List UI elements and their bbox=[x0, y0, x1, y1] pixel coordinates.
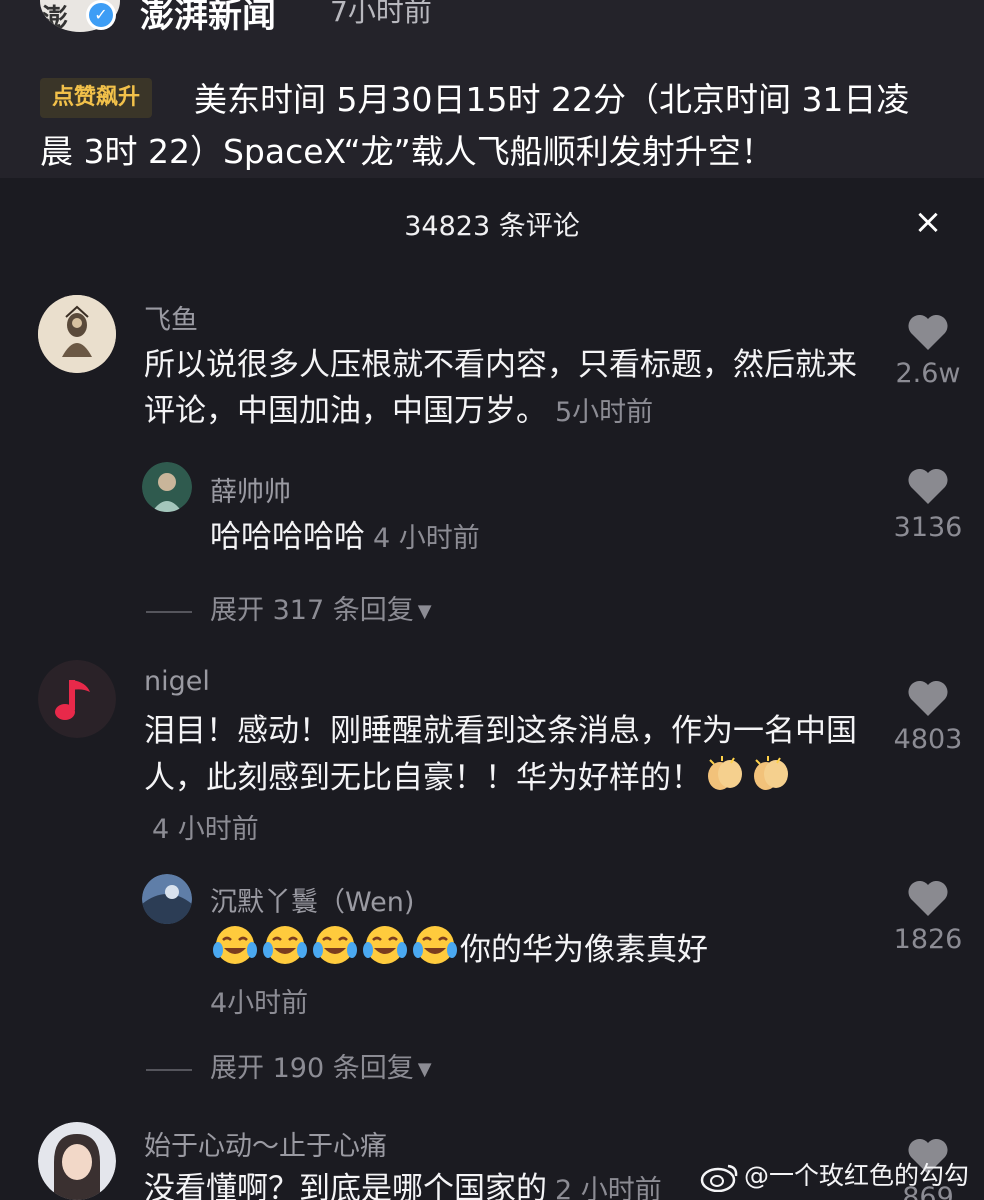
chevron-down-icon: ▼ bbox=[417, 601, 432, 622]
comments-count-title: 34823 条评论 bbox=[404, 211, 580, 242]
comment-text: 所以说很多人压根就不看内容，只看标题，然后就来评论，中国加油，中国万岁。 5小时前 bbox=[144, 342, 870, 436]
comment-author[interactable]: 始于心动～止于心痛 bbox=[144, 1124, 387, 1163]
expand-replies-label: 展开 190 条回复 bbox=[210, 1053, 414, 1084]
watermark-text: @一个玫红色的勾勾 bbox=[744, 1161, 970, 1190]
comment-body: 所以说很多人压根就不看内容，只看标题，然后就来评论，中国加油，中国万岁。 bbox=[144, 347, 857, 429]
weibo-watermark: @一个玫红色的勾勾 bbox=[700, 1156, 969, 1192]
heart-icon bbox=[908, 468, 948, 504]
comment-author[interactable]: 飞鱼 bbox=[144, 298, 198, 337]
expand-replies-button[interactable]: 展开 317 条回复 ▼ bbox=[146, 588, 432, 627]
expand-replies-button[interactable]: 展开 190 条回复 ▼ bbox=[146, 1046, 432, 1085]
like-count: 1826 bbox=[893, 924, 963, 955]
weibo-logo-icon bbox=[700, 1164, 738, 1192]
video-caption-area: 澎 ✓ 澎湃新闻 7小时前 点赞飙升 美东时间 5月30日15时 22分（北京时… bbox=[0, 0, 984, 178]
like-button[interactable]: 1826 bbox=[886, 878, 970, 955]
reply-author[interactable]: 薛帅帅 bbox=[210, 470, 291, 509]
avatar[interactable] bbox=[38, 1122, 116, 1200]
reply-text: 你的华为像素真好 4小时前 bbox=[210, 924, 850, 1027]
source-name[interactable]: 澎湃新闻 bbox=[140, 0, 276, 37]
comment-time: 5小时前 bbox=[555, 397, 654, 428]
like-count: 4803 bbox=[893, 724, 963, 755]
reply-body: 你的华为像素真好 bbox=[460, 932, 708, 968]
like-button[interactable]: 4803 bbox=[886, 678, 970, 755]
tears-of-joy-emoji bbox=[310, 924, 360, 979]
tears-of-joy-emoji bbox=[410, 924, 460, 979]
like-count: 3136 bbox=[893, 512, 963, 543]
avatar[interactable] bbox=[38, 295, 116, 373]
tears-of-joy-emoji bbox=[210, 924, 260, 979]
reply-time: 4 小时前 bbox=[373, 523, 480, 554]
expand-replies-label: 展开 317 条回复 bbox=[210, 595, 414, 626]
like-button[interactable]: 3136 bbox=[886, 466, 970, 543]
heart-icon bbox=[908, 314, 948, 350]
video-headline: 美东时间 5月30日15时 22分（北京时间 31日凌晨 3时 22）Space… bbox=[40, 80, 910, 171]
clapping-hands-emoji bbox=[702, 754, 748, 805]
comments-panel: 34823 条评论 × 飞鱼 所以说很多人压根就不看内容，只看标题，然后就来评论… bbox=[0, 178, 984, 1200]
like-count: 2.6w bbox=[895, 358, 961, 389]
comment-author[interactable]: nigel bbox=[144, 666, 210, 697]
source-time: 7小时前 bbox=[330, 0, 432, 28]
comment-time: 2 小时前 bbox=[555, 1175, 662, 1200]
clapping-hands-emoji bbox=[748, 754, 794, 805]
heart-icon bbox=[908, 880, 948, 916]
reply-time: 4小时前 bbox=[210, 988, 309, 1019]
close-icon[interactable]: × bbox=[908, 202, 948, 242]
reply-author[interactable]: 沉默丫鬟（Wen) bbox=[210, 880, 414, 919]
avatar[interactable] bbox=[38, 660, 116, 738]
chevron-down-icon: ▼ bbox=[417, 1059, 432, 1080]
reply-body: 哈哈哈哈哈 bbox=[210, 519, 365, 555]
comment-time: 4 小时前 bbox=[152, 814, 259, 845]
reply-text: 哈哈哈哈哈 4 小时前 bbox=[210, 514, 850, 562]
tears-of-joy-emoji bbox=[260, 924, 310, 979]
avatar[interactable] bbox=[142, 874, 192, 924]
verified-icon: ✓ bbox=[86, 0, 116, 30]
comment-body: 没看懂啊？到底是哪个国家的 bbox=[144, 1171, 547, 1200]
heart-icon bbox=[908, 680, 948, 716]
comment-text: 泪目！感动！刚睡醒就看到这条消息，作为一名中国人，此刻感到无比自豪！！华为好样的… bbox=[144, 708, 870, 853]
avatar[interactable] bbox=[142, 462, 192, 512]
like-button[interactable]: 2.6w bbox=[886, 312, 970, 389]
tears-of-joy-emoji bbox=[360, 924, 410, 979]
